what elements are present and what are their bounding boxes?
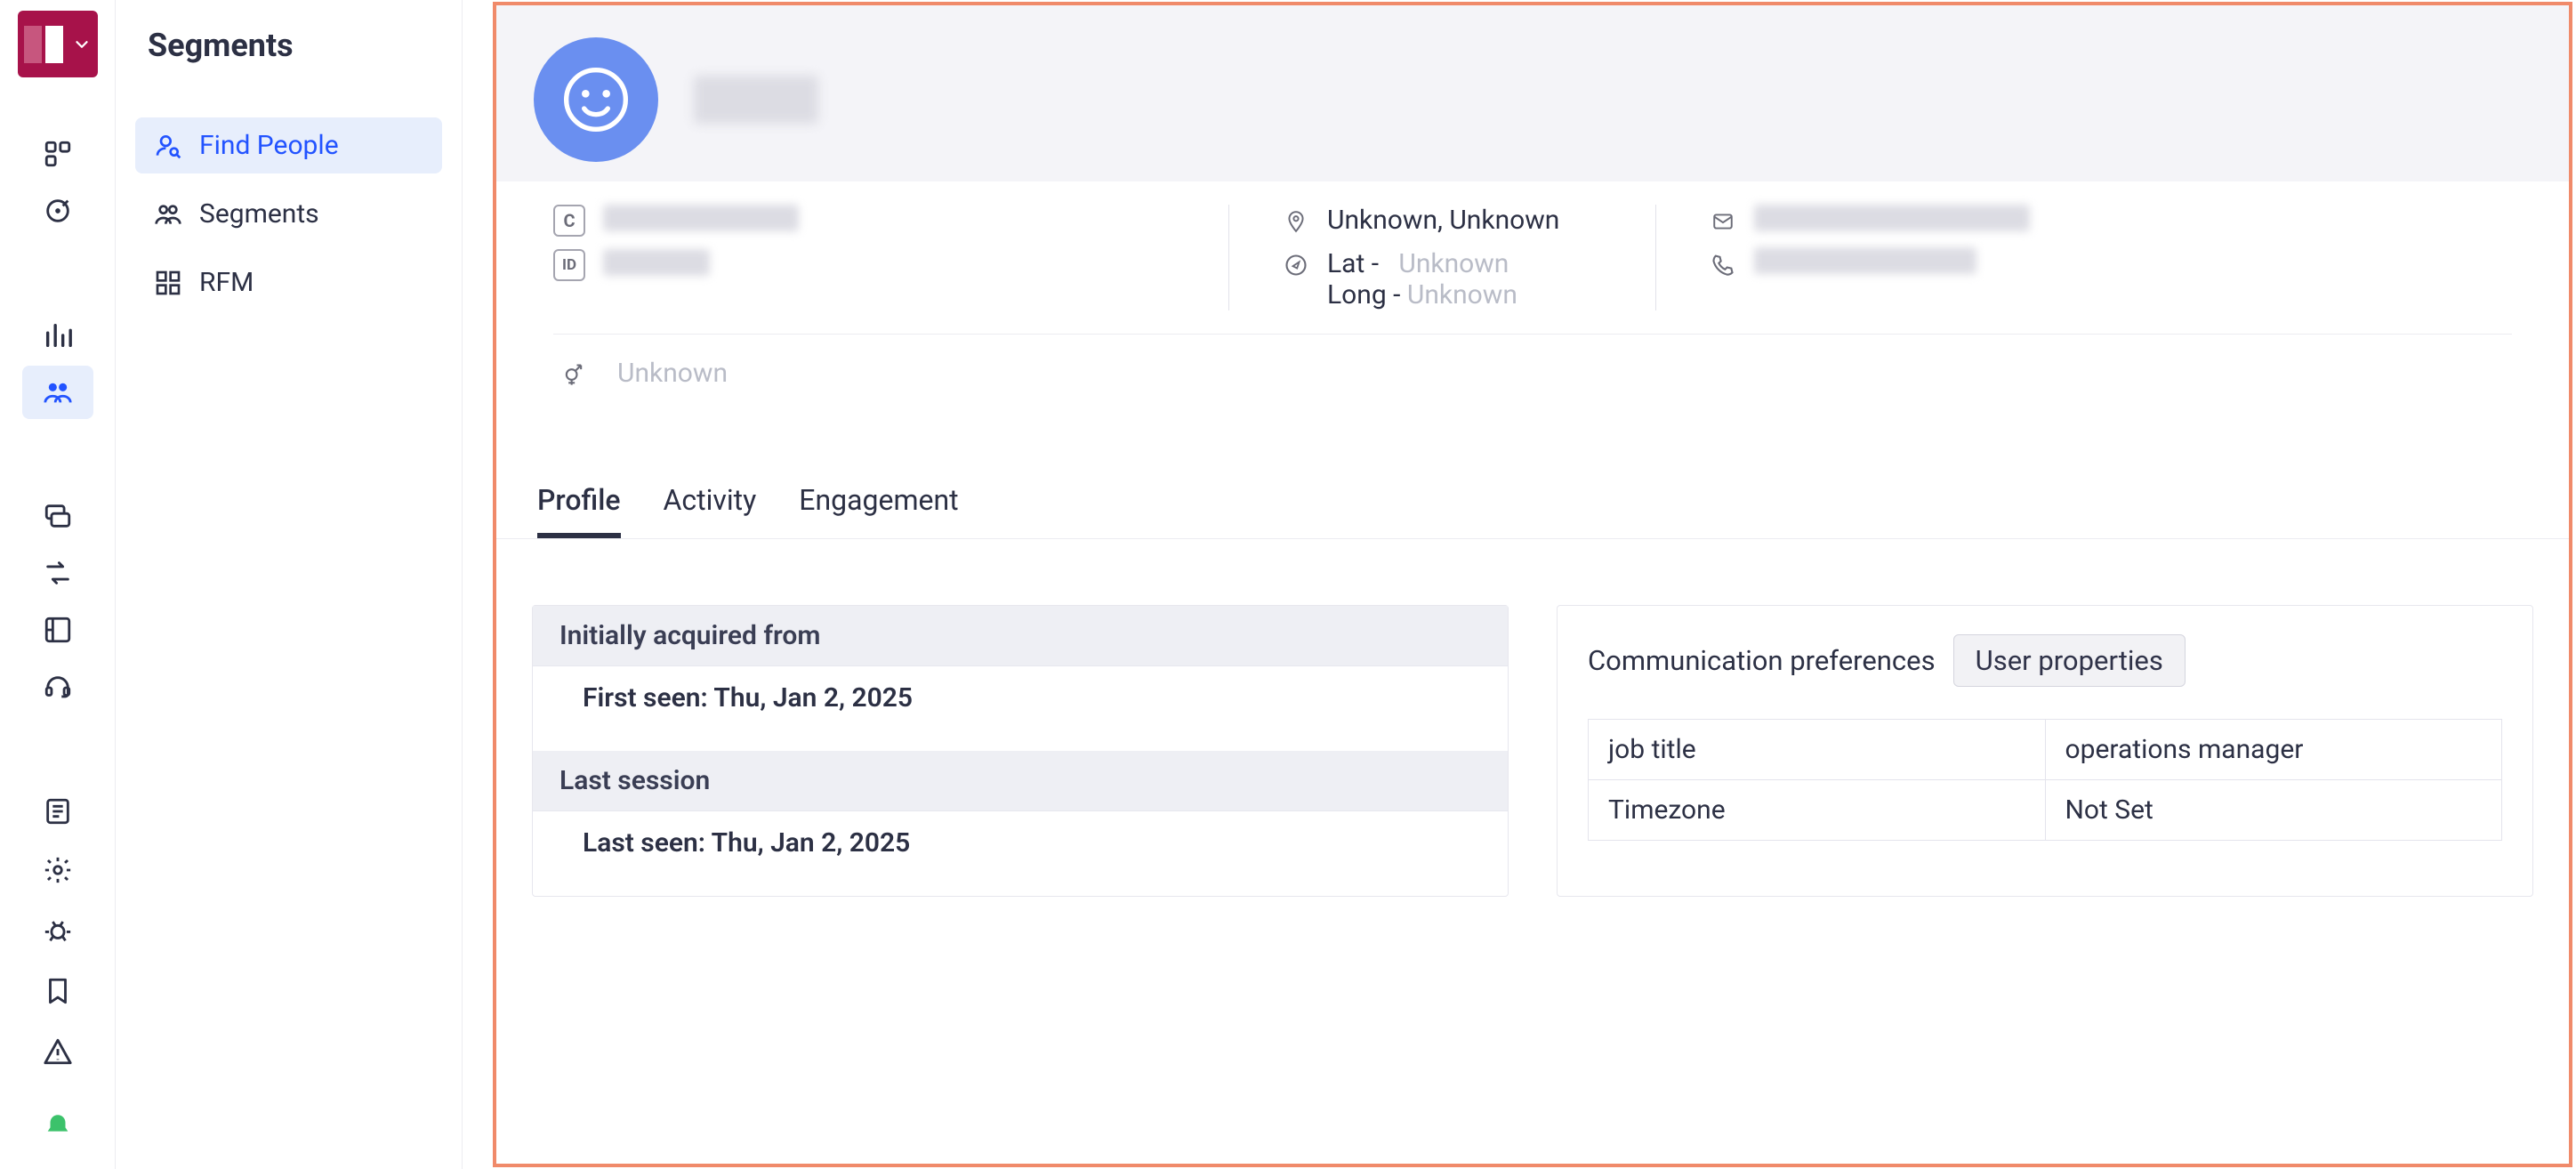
rail-debug-icon[interactable] [22,902,93,959]
nav-label: RFM [199,267,254,298]
rail-content-icon[interactable] [22,785,93,838]
prop-key: Timezone [1589,780,2046,841]
phone-value-redacted [1754,247,1976,274]
properties-panel: Communication preferences User propertie… [1557,605,2533,897]
profile-info-card: C ID Unknown, Unknown [512,181,2553,415]
profile-tabs: Profile Activity Engagement [496,415,2569,539]
profile-name-redacted [694,76,818,124]
smile-icon [560,64,632,135]
nav-segments[interactable]: Segments [135,186,442,242]
id-icon: ID [553,249,585,281]
grid-icon [153,268,183,298]
sidebar-title: Segments [135,27,442,64]
tab-engagement[interactable]: Engagement [799,483,958,538]
email-icon [1710,208,1736,235]
nav-label: Find People [199,130,339,161]
long-value: Unknown [1407,279,1517,310]
icon-rail [0,0,116,1169]
table-row: job title operations manager [1589,720,2502,780]
nav-rfm[interactable]: RFM [135,254,442,310]
tab-profile[interactable]: Profile [537,483,621,538]
prop-key: job title [1589,720,2046,780]
rail-journeys-icon[interactable] [22,546,93,600]
chevron-down-icon [72,35,92,54]
gender-value: Unknown [617,358,728,389]
email-value-redacted [1754,205,2030,231]
rail-alerts-icon[interactable] [22,1023,93,1080]
prop-value: Not Set [2045,780,2502,841]
rail-support-icon[interactable] [22,661,93,714]
profile-detail-panel: C ID Unknown, Unknown [493,2,2572,1167]
app-switcher[interactable] [18,11,98,77]
table-row: Timezone Not Set [1589,780,2502,841]
rail-analytics-icon[interactable] [22,309,93,362]
person-search-icon [153,131,183,161]
identity-icon: C [553,205,585,237]
acquired-header: Initially acquired from [533,606,1508,666]
nav-label: Segments [199,198,319,230]
rail-relays-icon[interactable] [22,603,93,657]
user-props-tab[interactable]: User properties [1953,634,2186,687]
tab-activity[interactable]: Activity [664,483,757,538]
rail-messages-icon[interactable] [22,489,93,543]
rail-bookmark-icon[interactable] [22,963,93,1020]
segments-sidebar: Segments Find People Segments RFM [116,0,463,1169]
divider [553,334,2512,335]
identity-value-redacted [603,205,799,231]
rail-segments-icon[interactable] [22,366,93,419]
nav-find-people[interactable]: Find People [135,117,442,173]
rail-target-icon[interactable] [22,184,93,238]
profile-header [496,5,2569,181]
rail-notifications-icon[interactable] [22,1098,93,1155]
prop-value: operations manager [2045,720,2502,780]
last-seen-value: Last seen: Thu, Jan 2, 2025 [533,811,1508,875]
last-session-header: Last session [533,751,1508,811]
location-pin-icon [1283,208,1309,235]
first-seen-value: First seen: Thu, Jan 2, 2025 [533,666,1508,730]
id-value-redacted [603,249,710,276]
location-value: Unknown, Unknown [1327,205,1559,236]
people-group-icon [153,199,183,230]
lat-label: Lat - [1327,248,1379,279]
user-properties-table: job title operations manager Timezone No… [1588,719,2502,841]
sessions-panel: Initially acquired from First seen: Thu,… [532,605,1509,897]
comm-pref-tab[interactable]: Communication preferences [1588,644,1936,677]
long-label: Long - [1327,279,1400,310]
avatar [534,37,658,162]
lat-value: Unknown [1398,248,1509,279]
rail-settings-icon[interactable] [22,842,93,899]
phone-icon [1710,251,1736,278]
compass-icon [1283,252,1309,278]
gender-icon [560,361,587,388]
rail-boards-icon[interactable] [22,127,93,181]
